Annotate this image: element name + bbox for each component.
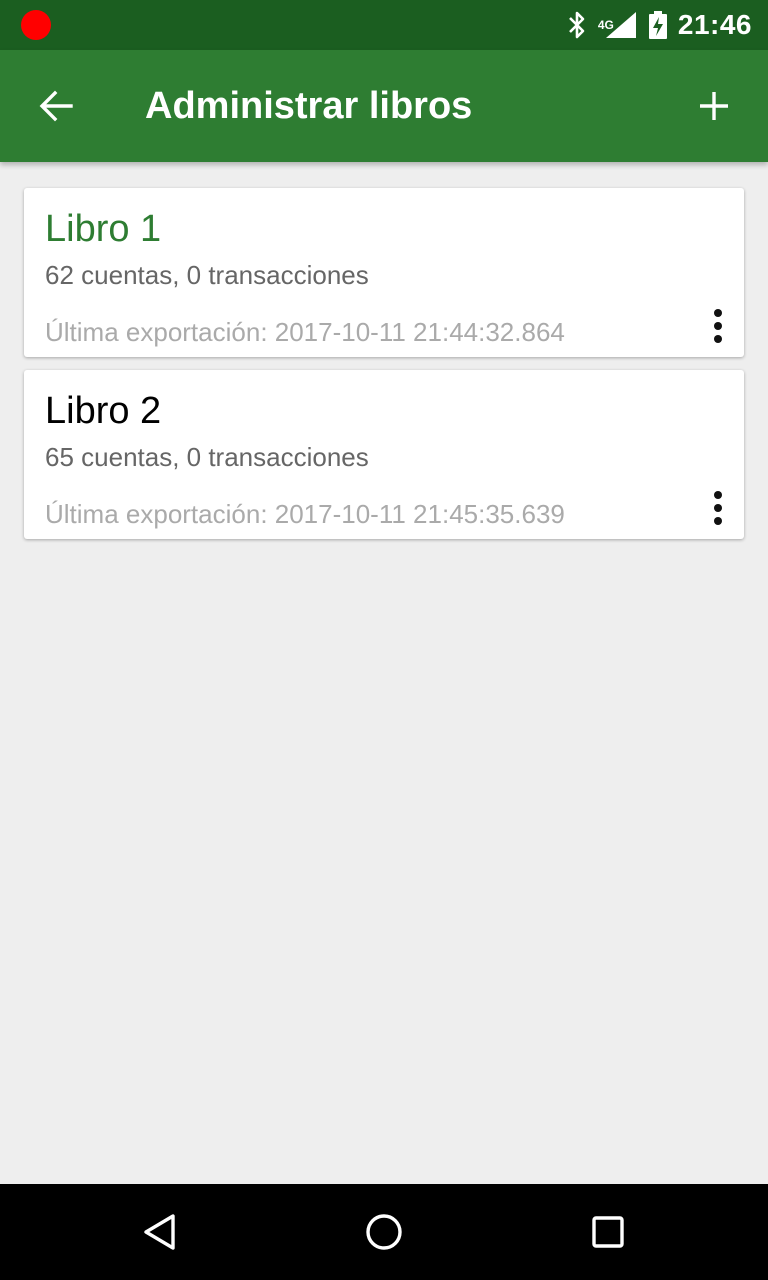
more-vert-icon-dot bbox=[714, 504, 722, 512]
arrow-back-icon bbox=[39, 90, 73, 122]
book-summary: 65 cuentas, 0 transacciones bbox=[45, 442, 369, 472]
status-bar: 4G 21:46 bbox=[0, 0, 768, 50]
plus-icon bbox=[700, 92, 728, 120]
add-book-button[interactable] bbox=[678, 70, 750, 142]
book-card[interactable]: Libro 2 65 cuentas, 0 transacciones Últi… bbox=[24, 370, 744, 539]
signal-icon: 4G bbox=[598, 10, 638, 40]
battery-charging-icon bbox=[648, 10, 668, 40]
book-list: Libro 1 62 cuentas, 0 transacciones Últi… bbox=[24, 188, 744, 552]
back-button[interactable] bbox=[20, 70, 92, 142]
app-toolbar: Administrar libros bbox=[0, 50, 768, 162]
nav-recents-button[interactable] bbox=[578, 1202, 638, 1262]
square-recents-icon bbox=[592, 1216, 624, 1248]
more-vert-icon bbox=[714, 491, 722, 499]
book-name: Libro 1 bbox=[45, 208, 162, 250]
network-type-label: 4G bbox=[597, 18, 614, 32]
status-time: 21:46 bbox=[677, 9, 752, 40]
more-vert-icon-dot bbox=[714, 517, 722, 525]
nav-home-button[interactable] bbox=[354, 1202, 414, 1262]
more-vert-icon bbox=[714, 309, 722, 317]
more-options-button[interactable] bbox=[698, 488, 738, 528]
book-last-export: Última exportación: 2017-10-11 21:44:32.… bbox=[45, 317, 565, 347]
more-options-button[interactable] bbox=[698, 306, 738, 346]
book-card[interactable]: Libro 1 62 cuentas, 0 transacciones Últi… bbox=[24, 188, 744, 357]
triangle-back-icon bbox=[144, 1214, 175, 1250]
more-vert-icon-dot bbox=[714, 322, 722, 330]
book-summary: 62 cuentas, 0 transacciones bbox=[45, 260, 369, 290]
circle-home-icon bbox=[366, 1214, 402, 1250]
status-icons: 4G 21:46 bbox=[566, 0, 752, 50]
record-dot-icon bbox=[21, 10, 51, 40]
book-name: Libro 2 bbox=[45, 390, 162, 432]
system-nav-bar bbox=[0, 1184, 768, 1280]
bluetooth-icon bbox=[566, 10, 588, 40]
more-vert-icon-dot bbox=[714, 335, 722, 343]
page-title: Administrar libros bbox=[145, 85, 473, 127]
book-last-export: Última exportación: 2017-10-11 21:45:35.… bbox=[45, 499, 565, 529]
nav-back-button[interactable] bbox=[130, 1202, 190, 1262]
